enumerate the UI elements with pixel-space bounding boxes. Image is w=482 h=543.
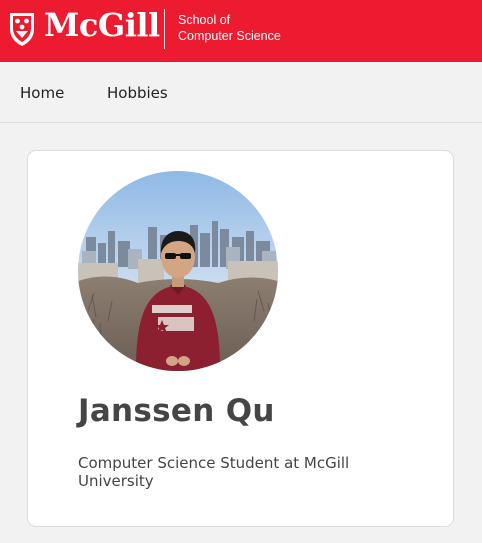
profile-card: Janssen Qu Computer Science Student at M… — [27, 150, 454, 527]
school-name-line2[interactable]: Computer Science — [178, 29, 281, 43]
nav-hobbies-link[interactable]: Hobbies — [107, 84, 168, 102]
mcgill-crest-icon[interactable] — [8, 11, 36, 47]
school-name-line1[interactable]: School of — [178, 13, 230, 27]
site-header: McGill School of Computer Science — [0, 0, 482, 62]
brand-divider — [164, 9, 165, 49]
nav-home-link[interactable]: Home — [20, 84, 64, 102]
profile-tagline: Computer Science Student at McGill Unive… — [78, 454, 350, 490]
profile-photo — [78, 171, 278, 371]
main-nav: Home Hobbies — [0, 62, 482, 123]
profile-name: Janssen Qu — [78, 393, 275, 429]
brand-name[interactable]: McGill — [44, 6, 160, 44]
profile-photo-image — [78, 171, 278, 371]
